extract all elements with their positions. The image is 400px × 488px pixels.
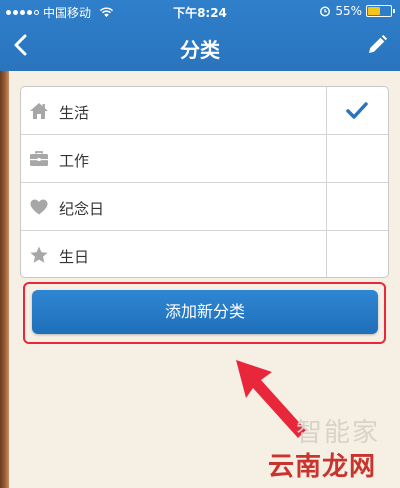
heart-icon <box>30 199 48 215</box>
nav-bar: 分类 <box>0 22 400 71</box>
category-check-cell[interactable] <box>326 135 388 183</box>
category-row-work[interactable]: 工作 <box>21 135 388 183</box>
category-list: 生活 工作 纪念日 生日 <box>20 86 389 278</box>
star-icon <box>30 246 48 263</box>
battery-fill <box>368 7 380 15</box>
status-right: 55% <box>319 4 395 18</box>
home-icon <box>30 103 48 119</box>
status-bar: 中国移动 下午8:24 55% <box>0 0 400 22</box>
category-check-cell[interactable] <box>326 183 388 231</box>
alarm-icon <box>320 6 331 17</box>
add-category-button[interactable]: 添加新分类 <box>32 290 378 334</box>
pencil-icon[interactable] <box>366 34 388 56</box>
category-label: 生日 <box>59 248 90 266</box>
checkmark-icon <box>346 102 368 119</box>
top-bar: 中国移动 下午8:24 55% 分类 <box>0 0 400 71</box>
category-check-cell[interactable] <box>326 87 388 135</box>
category-row-life[interactable]: 生活 <box>21 87 388 135</box>
category-label: 生活 <box>59 104 90 122</box>
briefcase-icon <box>30 151 48 166</box>
watermark-logo-text: 云南龙网 <box>268 452 377 482</box>
battery-percent: 55% <box>335 4 362 18</box>
category-label: 工作 <box>59 152 90 170</box>
battery-icon <box>366 5 395 17</box>
category-row-birthday[interactable]: 生日 <box>21 231 388 277</box>
category-check-cell[interactable] <box>326 231 388 277</box>
left-page-edge <box>0 71 9 488</box>
page-title: 分类 <box>180 38 220 62</box>
watermark-text: 智能家 <box>296 418 381 448</box>
category-label: 纪念日 <box>59 200 105 218</box>
category-row-anniversary[interactable]: 纪念日 <box>21 183 388 231</box>
